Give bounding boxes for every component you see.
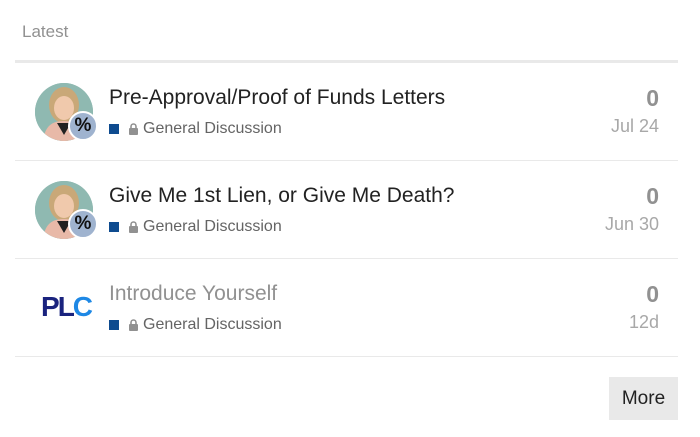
percent-badge-icon: % [68, 209, 98, 239]
category-badge[interactable]: General Discussion [109, 120, 282, 138]
latest-header: Latest [22, 22, 69, 41]
category-badge[interactable]: General Discussion [109, 218, 282, 236]
category-name: General Discussion [143, 218, 282, 235]
activity-date[interactable]: Jun 30 [605, 214, 659, 235]
more-button[interactable]: More [609, 377, 678, 420]
avatar[interactable]: % [35, 181, 98, 243]
topic-title-link[interactable]: Give Me 1st Lien, or Give Me Death? [109, 184, 455, 208]
category-color-square [109, 320, 119, 330]
category-color-square [109, 222, 119, 232]
topic-row: PLC Introduce Yourself General Discussio… [15, 259, 678, 357]
category-badge[interactable]: General Discussion [109, 316, 282, 334]
category-name: General Discussion [143, 120, 282, 137]
category-color-square [109, 124, 119, 134]
reply-count[interactable]: 0 [646, 281, 659, 308]
topic-title-link[interactable]: Introduce Yourself [109, 282, 277, 306]
topic-list: % Pre-Approval/Proof of Funds Letters Ge… [15, 63, 678, 357]
activity-date[interactable]: Jul 24 [611, 116, 659, 137]
reply-count[interactable]: 0 [646, 85, 659, 112]
lock-icon [129, 221, 138, 233]
topic-title-link[interactable]: Pre-Approval/Proof of Funds Letters [109, 86, 445, 110]
percent-badge-icon: % [68, 111, 98, 141]
category-name: General Discussion [143, 316, 282, 333]
topic-row: % Pre-Approval/Proof of Funds Letters Ge… [15, 63, 678, 161]
plc-logo-avatar-icon[interactable]: PLC [41, 293, 93, 321]
topic-row: % Give Me 1st Lien, or Give Me Death? Ge… [15, 161, 678, 259]
activity-date[interactable]: 12d [629, 312, 659, 333]
avatar[interactable]: % [35, 83, 98, 145]
lock-icon [129, 123, 138, 135]
reply-count[interactable]: 0 [646, 183, 659, 210]
lock-icon [129, 319, 138, 331]
